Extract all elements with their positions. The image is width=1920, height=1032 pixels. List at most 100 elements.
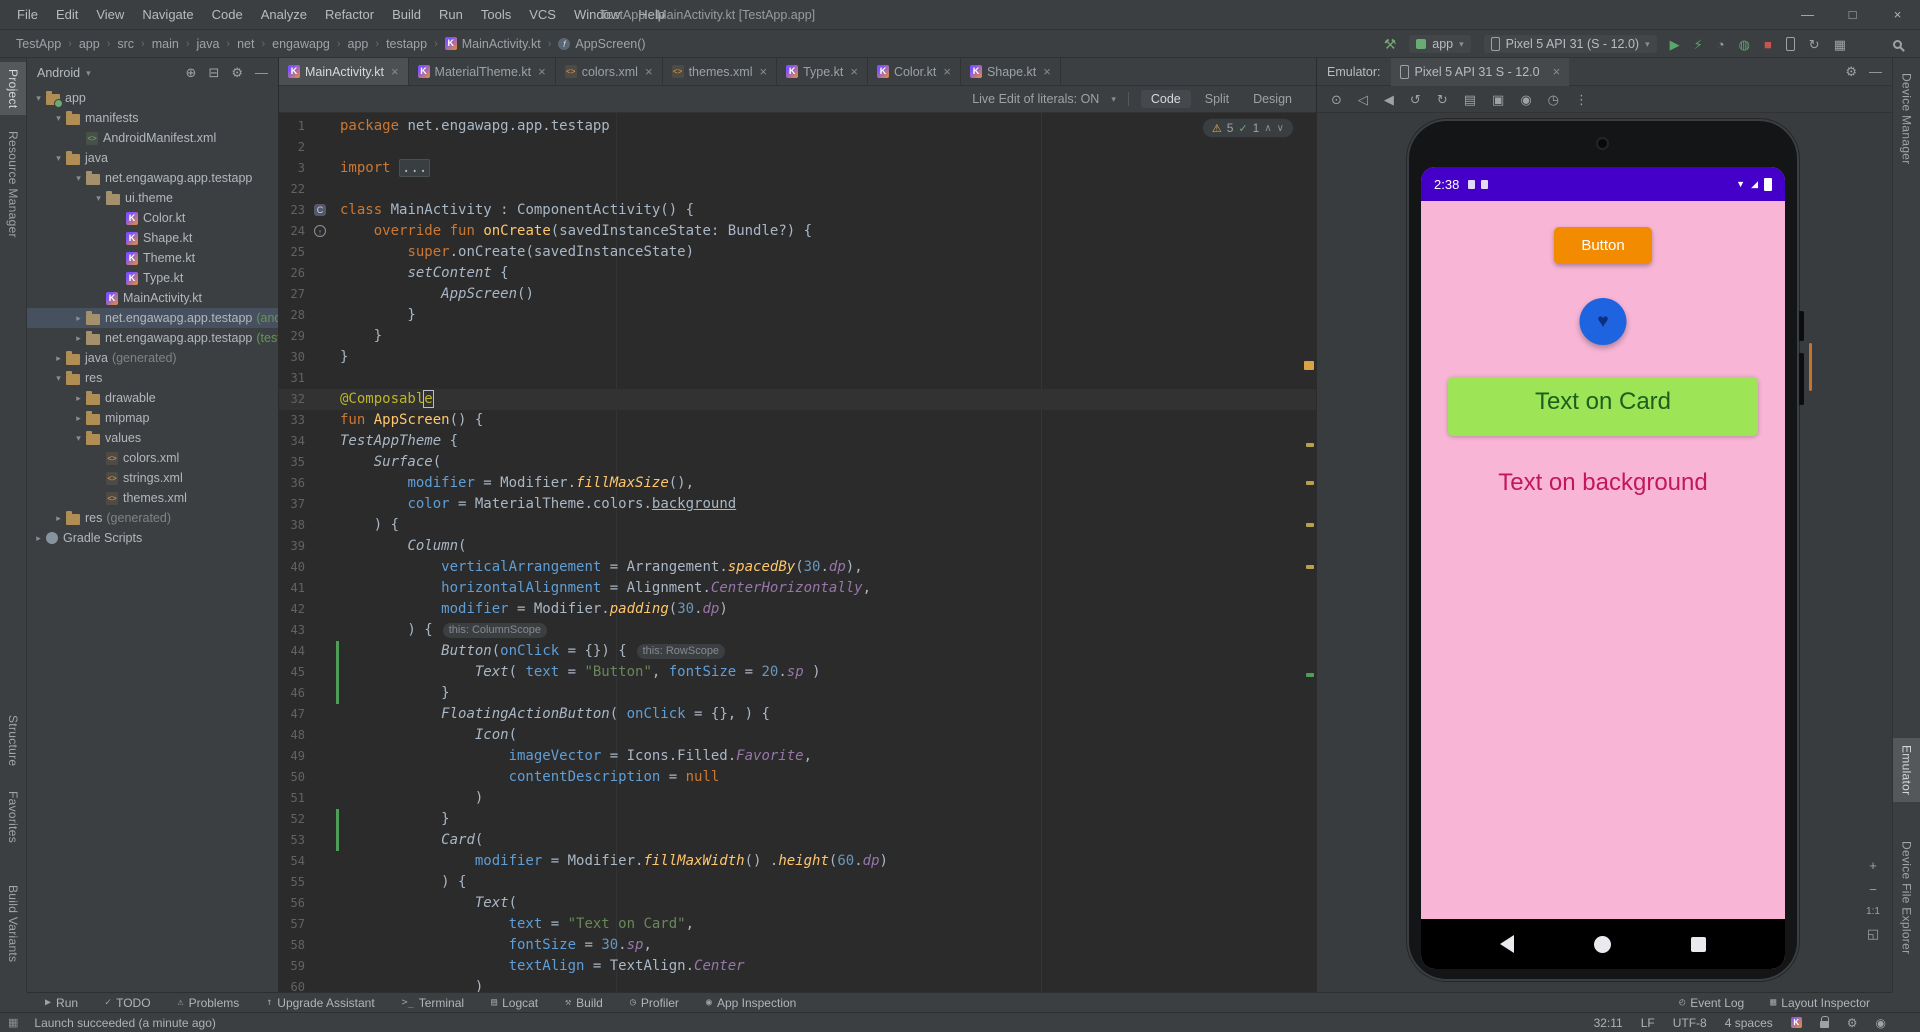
tool-window-button-todo[interactable]: ✓ TODO [105, 996, 150, 1010]
more-button[interactable]: ⋮ [1575, 93, 1588, 106]
tool-window-button-terminal[interactable]: >_ Terminal [402, 996, 464, 1010]
tool-window-button-upgrade-assistant[interactable]: ↑ Upgrade Assistant [266, 996, 374, 1010]
stop-button[interactable]: ■ [1764, 38, 1772, 51]
tool-stripe-device-manager[interactable]: Device Manager [1893, 66, 1920, 172]
zoom-in-button[interactable]: + [1869, 858, 1877, 873]
code-line[interactable]: 30} [279, 347, 1316, 368]
tree-item-androidmanifest-xml[interactable]: AndroidManifest.xml [27, 128, 278, 148]
editor-tab-themes-xml[interactable]: themes.xml × [663, 58, 778, 85]
next-issue-icon[interactable]: ∨ [1277, 123, 1284, 134]
breadcrumb-item[interactable]: TestApp [14, 37, 63, 51]
code-line[interactable]: 53 Card( [279, 830, 1316, 851]
menu-vcs[interactable]: VCS [520, 0, 565, 30]
tree-item-theme-kt[interactable]: Theme.kt [27, 248, 278, 268]
live-edit-label[interactable]: Live Edit of literals: ON [972, 92, 1099, 106]
gear-icon[interactable]: ⚙ [1845, 64, 1857, 80]
fold-button[interactable]: ▤ [1464, 93, 1476, 106]
code-line[interactable]: 24 ↑ override fun onCreate(savedInstanceS… [279, 221, 1316, 242]
tree-item-themes-xml[interactable]: themes.xml [27, 488, 278, 508]
chevron-expanded-icon[interactable]: ▾ [91, 188, 106, 208]
code-line[interactable]: 52 } [279, 809, 1316, 830]
editor-tab-color-kt[interactable]: Color.kt × [868, 58, 961, 85]
tree-item-shape-kt[interactable]: Shape.kt [27, 228, 278, 248]
code-line[interactable]: 23 Cclass MainActivity : ComponentActivit… [279, 200, 1316, 221]
tool-stripe-favorites[interactable]: Favorites [0, 784, 26, 850]
code-line[interactable]: 41 horizontalAlignment = Alignment.Cente… [279, 578, 1316, 599]
tool-window-switcher-icon[interactable]: ▦ [8, 1016, 18, 1029]
breadcrumb-item[interactable]: src [115, 37, 136, 51]
breadcrumb-item[interactable]: main [150, 37, 181, 51]
code-line[interactable]: 39 Column( [279, 536, 1316, 557]
tool-window-button-event-log[interactable]: ◴ Event Log [1679, 996, 1744, 1010]
editor-tab-type-kt[interactable]: Type.kt × [777, 58, 868, 85]
menu-navigate[interactable]: Navigate [133, 0, 202, 30]
chevron-collapsed-icon[interactable]: ▸ [71, 388, 86, 408]
mode-code[interactable]: Code [1140, 90, 1191, 108]
breadcrumb-item[interactable]: app [77, 37, 102, 51]
code-line[interactable]: 3 import ... [279, 158, 1316, 179]
menu-tools[interactable]: Tools [472, 0, 520, 30]
tool-stripe-device-file-explorer[interactable]: Device File Explorer [1893, 834, 1920, 961]
mode-design[interactable]: Design [1243, 90, 1302, 108]
tree-item-net-engawapg-app-testapp-androidtest-[interactable]: ▸ net.engawapg.app.testapp (androidTest) [27, 308, 278, 328]
emulator-device-tab[interactable]: Pixel 5 API 31 S - 12.0 × [1390, 58, 1570, 86]
code-line[interactable]: 34 TestAppTheme { [279, 431, 1316, 452]
device-manager-button[interactable] [1785, 37, 1795, 51]
tree-item-colors-xml[interactable]: colors.xml [27, 448, 278, 468]
mode-split[interactable]: Split [1195, 90, 1239, 108]
gear-icon[interactable]: ⚙ [231, 65, 243, 81]
back-button[interactable] [1500, 935, 1514, 953]
menu-refactor[interactable]: Refactor [316, 0, 383, 30]
rotate-right-button[interactable]: ↻ [1437, 93, 1448, 106]
tree-item-gradle-scripts[interactable]: ▸ Gradle Scripts [27, 528, 278, 548]
code-editor[interactable]: 1 package net.engawapg.app.testapp 2 3 impor… [279, 113, 1316, 992]
phone-screen[interactable]: 2:38 ▼ ◢ Button ♥ Text on Card Text on b… [1421, 167, 1785, 969]
code-line[interactable]: 57 text = "Text on Card", [279, 914, 1316, 935]
code-line[interactable]: 38 ) { [279, 515, 1316, 536]
code-line[interactable]: 49 imageVector = Icons.Filled.Favorite, [279, 746, 1316, 767]
menu-code[interactable]: Code [203, 0, 252, 30]
tree-item-net-engawapg-app-testapp[interactable]: ▾ net.engawapg.app.testapp [27, 168, 278, 188]
tool-window-button-build[interactable]: ⚒ Build [565, 996, 603, 1010]
code-line[interactable]: 50 contentDescription = null [279, 767, 1316, 788]
home-button[interactable] [1594, 935, 1611, 953]
chevron-expanded-icon[interactable]: ▾ [51, 108, 66, 128]
code-line[interactable]: 42 modifier = Modifier.padding(30.dp) [279, 599, 1316, 620]
class-gutter-icon[interactable]: C [314, 204, 326, 216]
chevron-collapsed-icon[interactable]: ▸ [71, 308, 86, 328]
tree-item-mainactivity-kt[interactable]: MainActivity.kt [27, 288, 278, 308]
prev-issue-icon[interactable]: ∧ [1264, 123, 1271, 134]
chevron-expanded-icon[interactable]: ▾ [71, 428, 86, 448]
tree-item-res-generated-[interactable]: ▸ res (generated) [27, 508, 278, 528]
code-line[interactable]: 29 } [279, 326, 1316, 347]
sync-project-button[interactable]: ↻ [1809, 38, 1820, 51]
tool-window-button-app-inspection[interactable]: ◉ App Inspection [706, 996, 796, 1010]
chevron-collapsed-icon[interactable]: ▸ [71, 328, 86, 348]
tree-item-values[interactable]: ▾ values [27, 428, 278, 448]
close-icon[interactable]: × [1553, 64, 1561, 79]
recents-button[interactable] [1691, 936, 1706, 952]
code-line[interactable]: 45 Text( text = "Button", fontSize = 20.… [279, 662, 1316, 683]
code-line[interactable]: 36 modifier = Modifier.fillMaxSize(), [279, 473, 1316, 494]
editor-tab-shape-kt[interactable]: Shape.kt × [961, 58, 1061, 85]
breadcrumb-item[interactable]: app [346, 37, 371, 51]
code-line[interactable]: 43 ) {this: ColumnScope [279, 620, 1316, 641]
tool-stripe-build-variants[interactable]: Build Variants [0, 878, 26, 969]
line-ending[interactable]: LF [1641, 1016, 1655, 1030]
tree-item-ui-theme[interactable]: ▾ ui.theme [27, 188, 278, 208]
indent-setting[interactable]: 4 spaces [1725, 1016, 1773, 1030]
tree-item-java[interactable]: ▾ java [27, 148, 278, 168]
tool-stripe-emulator[interactable]: Emulator [1893, 738, 1920, 803]
volume-up-button[interactable]: ◀ [1384, 93, 1394, 106]
build-hammer-icon[interactable]: ⚒ [1384, 37, 1397, 51]
close-icon[interactable]: × [1875, 0, 1920, 30]
close-icon[interactable]: × [850, 64, 858, 79]
zoom-out-button[interactable]: − [1869, 882, 1877, 897]
snapshots-button[interactable]: ◷ [1548, 93, 1559, 106]
code-line[interactable]: 59 textAlign = TextAlign.Center [279, 956, 1316, 977]
chevron-expanded-icon[interactable]: ▾ [31, 88, 46, 108]
caret-position[interactable]: 32:11 [1594, 1016, 1623, 1030]
tool-window-button-profiler[interactable]: ◷ Profiler [630, 996, 679, 1010]
record-button[interactable]: ◉ [1520, 93, 1531, 106]
tree-item-strings-xml[interactable]: strings.xml [27, 468, 278, 488]
